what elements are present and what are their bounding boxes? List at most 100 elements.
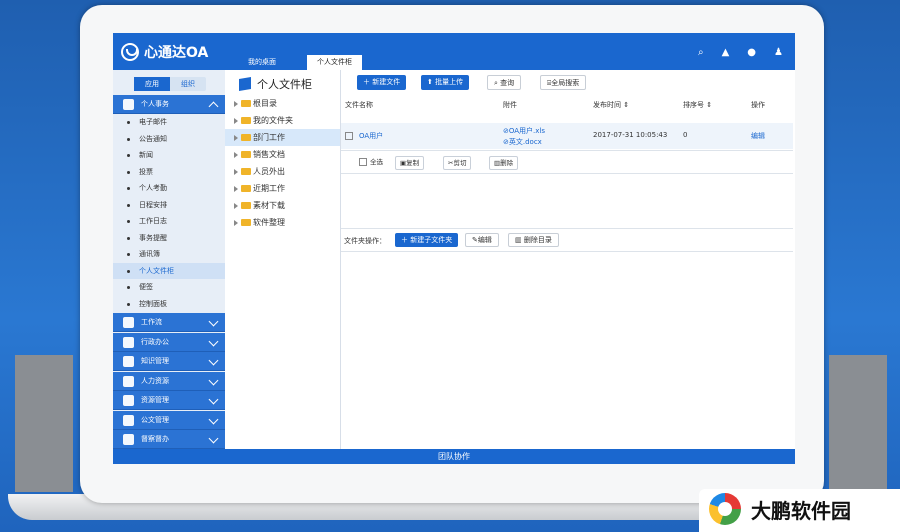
footer-bar: 团队协作: [113, 449, 795, 464]
brand-logo-icon: [709, 493, 741, 525]
top-bar: 心通达OA 我的桌面 个人文件柜 ⌕ ▲ ● ♟: [113, 33, 795, 70]
chevron-down-icon: [208, 414, 219, 424]
brand-text: 大鹏软件园: [751, 499, 851, 523]
copy-button[interactable]: ▣复制: [395, 156, 425, 170]
person-icon: [123, 99, 134, 110]
row-checkbox[interactable]: [345, 132, 356, 140]
knowledge-icon: [123, 356, 134, 367]
table-row[interactable]: OA用户 ⊘OA用户.xls ⊘英文.docx 2017-07-31 10:05…: [341, 123, 793, 149]
chevron-down-icon: [208, 433, 219, 444]
attachment-link[interactable]: ⊘OA用户.xls: [503, 126, 545, 136]
order-number: 0: [683, 131, 688, 139]
nav-schedule[interactable]: 日程安排: [113, 197, 225, 214]
tree-node-materials[interactable]: 素材下载: [225, 197, 340, 214]
delete-folder-button[interactable]: ▥ 删除目录: [508, 233, 559, 247]
app-logo: 心通达OA: [121, 41, 208, 63]
segment-apps[interactable]: 应用: [134, 77, 170, 91]
group-personal[interactable]: 个人事务: [113, 95, 225, 114]
logo-icon: [121, 43, 139, 61]
group-inspection[interactable]: 督察督办: [113, 430, 225, 449]
global-search-button[interactable]: ⌸全局搜索: [540, 75, 587, 90]
group-admin[interactable]: 行政办公: [113, 332, 225, 352]
folder-icon: [241, 117, 251, 124]
tree-node-root[interactable]: 根目录: [225, 95, 340, 112]
group-hr[interactable]: 人力资源: [113, 371, 225, 391]
bell-icon[interactable]: ▲: [722, 47, 730, 58]
cut-button[interactable]: ✂剪切: [443, 156, 472, 170]
folder-icon: [241, 185, 251, 192]
nav-control-panel[interactable]: 控制面板: [113, 296, 225, 313]
nav-attendance[interactable]: 个人考勤: [113, 180, 225, 197]
nav-notice[interactable]: 公告通知: [113, 131, 225, 148]
segment-org[interactable]: 组织: [170, 77, 206, 91]
chevron-down-icon: [208, 316, 219, 327]
search-icon: ⌕: [494, 79, 498, 87]
select-all-checkbox[interactable]: 全选: [355, 156, 387, 168]
col-header-attachment[interactable]: 附件: [503, 100, 517, 110]
file-name-link[interactable]: OA用户: [359, 131, 383, 141]
batch-upload-button[interactable]: ⬆ 批量上传: [421, 75, 470, 90]
trash-icon: ▥: [515, 236, 522, 244]
group-knowledge[interactable]: 知识管理: [113, 352, 225, 371]
new-file-button[interactable]: ＋ 新建文件: [357, 75, 407, 90]
col-header-time[interactable]: 发布时间 ⇕: [593, 100, 629, 110]
bulk-action-bar: 全选 ▣复制 ✂剪切 ▥删除: [341, 150, 793, 174]
tree-node-recent[interactable]: 近期工作: [225, 180, 340, 197]
tab-personal-cabinet[interactable]: 个人文件柜: [307, 55, 362, 70]
tree-node-department[interactable]: 部门工作: [225, 129, 340, 146]
main-panel: ＋ 新建文件 ⬆ 批量上传 ⌕ 查询 ⌸全局搜索 文件名称 附件 发布时间 ⇕ …: [341, 70, 795, 449]
brand-watermark: 大鹏软件园: [699, 489, 900, 532]
theme-icon[interactable]: ●: [747, 47, 756, 58]
left-backdrop: [15, 355, 73, 492]
cabinet-icon: [239, 76, 251, 92]
tree-title: 个人文件柜: [239, 76, 312, 92]
segment-switch: 应用 组织: [134, 77, 206, 91]
calendar-icon: [123, 317, 134, 328]
chevron-down-icon: [208, 394, 219, 405]
col-header-action: 操作: [751, 101, 765, 109]
group-label: 个人事务: [141, 100, 169, 108]
chevron-down-icon: [208, 355, 219, 366]
nav-personal-cabinet[interactable]: 个人文件柜: [113, 262, 225, 279]
logo-text: 心通达OA: [144, 45, 209, 61]
publish-time: 2017-07-31 10:05:43: [593, 131, 668, 139]
attachment-link[interactable]: ⊘英文.docx: [503, 137, 542, 147]
nav-news[interactable]: 新闻: [113, 147, 225, 164]
nav-notes[interactable]: 便签: [113, 279, 225, 296]
new-subfolder-button[interactable]: ＋ 新建子文件夹: [395, 233, 459, 247]
tab-my-desktop[interactable]: 我的桌面: [238, 55, 286, 70]
nav-email[interactable]: 电子邮件: [113, 114, 225, 131]
group-resources[interactable]: 资源管理: [113, 391, 225, 410]
search-icon[interactable]: ⌕: [698, 47, 704, 58]
folder-icon: [241, 168, 251, 175]
delete-button[interactable]: ▥删除: [489, 156, 519, 170]
group-documents[interactable]: 公文管理: [113, 410, 225, 430]
chevron-up-icon: [208, 101, 219, 112]
tree-node-software[interactable]: 软件整理: [225, 214, 340, 231]
tree-node-sales[interactable]: 销售文档: [225, 146, 340, 163]
nav-contacts[interactable]: 通讯簿: [113, 246, 225, 263]
nav-vote[interactable]: 投票: [113, 164, 225, 181]
right-backdrop: [829, 355, 887, 492]
col-header-order[interactable]: 排序号 ⇕: [683, 100, 712, 110]
chevron-down-icon: [208, 375, 219, 385]
nav-worklog[interactable]: 工作日志: [113, 213, 225, 230]
folder-icon: [241, 219, 251, 226]
nav-reminder[interactable]: 事务提醒: [113, 230, 225, 247]
query-button[interactable]: ⌕ 查询: [487, 75, 522, 90]
hr-icon: [123, 375, 134, 387]
document-icon: [123, 414, 134, 426]
top-icons: ⌕ ▲ ● ♟: [698, 47, 783, 58]
folder-icon: [241, 202, 251, 209]
folder-ops-bar: 文件夹操作： ＋ 新建子文件夹 ✎编辑 ▥ 删除目录: [341, 228, 793, 252]
edit-link[interactable]: 编辑: [751, 131, 765, 141]
sort-icon: ⇕: [623, 101, 630, 109]
tree-node-outing[interactable]: 人员外出: [225, 163, 340, 180]
chevron-down-icon: [208, 336, 219, 346]
folder-icon: [241, 100, 251, 107]
group-workflow[interactable]: 工作流: [113, 313, 225, 332]
user-icon[interactable]: ♟: [774, 47, 783, 58]
edit-folder-button[interactable]: ✎编辑: [465, 233, 499, 247]
tree-node-my-folder[interactable]: 我的文件夹: [225, 112, 340, 129]
col-header-name[interactable]: 文件名称: [345, 100, 373, 110]
